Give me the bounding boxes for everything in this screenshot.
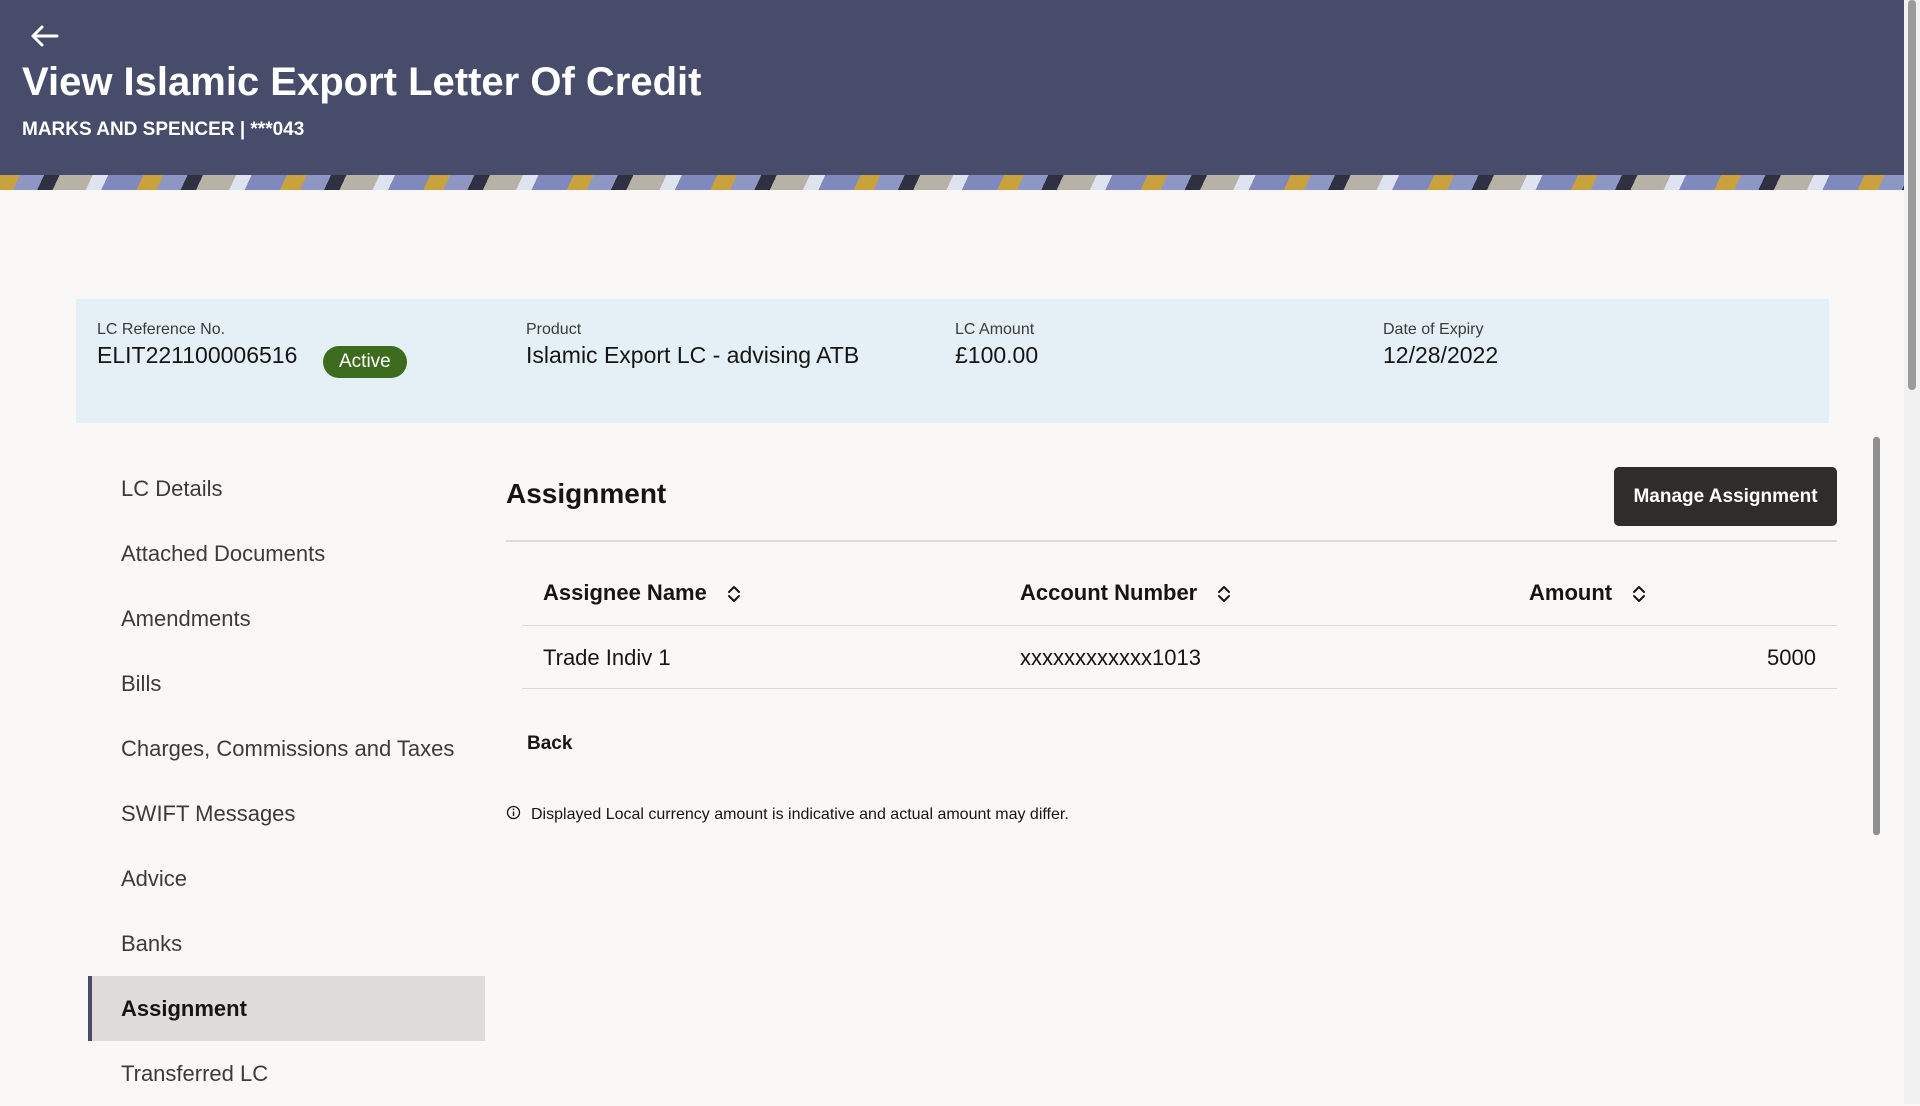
party-account-subtitle: MARKS AND SPENCER | ***043 bbox=[22, 119, 305, 140]
column-header-label: Account Number bbox=[1020, 580, 1198, 605]
lc-summary-band: LC Reference No. ELIT221100006516 Active… bbox=[76, 299, 1829, 423]
disclaimer-text: Displayed Local currency amount is indic… bbox=[531, 806, 1069, 823]
section-side-nav: LC Details Attached Documents Amendments… bbox=[88, 456, 485, 1106]
product-value: Islamic Export LC - advising ATB bbox=[526, 342, 860, 368]
lc-amount-value: £100.00 bbox=[955, 342, 1039, 368]
sort-icon[interactable] bbox=[727, 584, 741, 604]
nav-item-assignment[interactable]: Assignment bbox=[88, 976, 485, 1041]
column-header-assignee-name[interactable]: Assignee Name bbox=[543, 560, 741, 626]
header-decorative-band bbox=[0, 175, 1904, 190]
page-title: View Islamic Export Letter Of Credit bbox=[22, 60, 702, 104]
assignment-table-header: Assignee Name Account Number Amount bbox=[522, 560, 1837, 626]
product-field: Product Islamic Export LC - advising ATB bbox=[526, 321, 859, 369]
currency-disclaimer: Displayed Local currency amount is indic… bbox=[506, 806, 1069, 824]
content-scrollbar-thumb[interactable] bbox=[1873, 437, 1880, 835]
sort-icon[interactable] bbox=[1632, 584, 1646, 604]
assignee-name-cell: Trade Indiv 1 bbox=[543, 645, 671, 670]
lc-amount-field: LC Amount £100.00 bbox=[955, 321, 1038, 369]
column-header-label: Amount bbox=[1529, 580, 1613, 605]
nav-item-amendments[interactable]: Amendments bbox=[88, 586, 485, 651]
account-number-cell: xxxxxxxxxxxx1013 bbox=[1020, 645, 1201, 670]
lc-reference-value: ELIT221100006516 bbox=[97, 342, 298, 368]
lc-reference-label: LC Reference No. bbox=[97, 321, 226, 338]
nav-item-lc-details[interactable]: LC Details bbox=[88, 456, 485, 521]
section-title: Assignment bbox=[506, 478, 667, 509]
column-header-label: Assignee Name bbox=[543, 580, 707, 605]
product-label: Product bbox=[526, 321, 582, 338]
column-header-amount[interactable]: Amount bbox=[1529, 560, 1646, 626]
nav-item-attached-documents[interactable]: Attached Documents bbox=[88, 521, 485, 586]
lc-amount-label: LC Amount bbox=[955, 321, 1035, 338]
status-badge: Active bbox=[323, 346, 407, 378]
table-row: Trade Indiv 1 xxxxxxxxxxxx1013 5000 bbox=[522, 626, 1837, 689]
section-divider bbox=[506, 540, 1837, 542]
expiry-date-label: Date of Expiry bbox=[1383, 321, 1484, 338]
column-header-account-number[interactable]: Account Number bbox=[1020, 560, 1231, 626]
nav-item-swift-messages[interactable]: SWIFT Messages bbox=[88, 781, 485, 846]
expiry-date-value: 12/28/2022 bbox=[1383, 342, 1499, 368]
nav-item-advice[interactable]: Advice bbox=[88, 846, 485, 911]
sort-icon[interactable] bbox=[1217, 584, 1231, 604]
page-header: View Islamic Export Letter Of Credit MAR… bbox=[0, 0, 1904, 190]
manage-assignment-button[interactable]: Manage Assignment bbox=[1614, 467, 1837, 526]
nav-item-charges-commissions-taxes[interactable]: Charges, Commissions and Taxes bbox=[88, 716, 485, 781]
expiry-date-field: Date of Expiry 12/28/2022 bbox=[1383, 321, 1498, 369]
lc-reference-field: LC Reference No. ELIT221100006516 bbox=[97, 321, 297, 369]
back-button[interactable]: Back bbox=[527, 733, 572, 755]
page-scrollbar-thumb[interactable] bbox=[1908, 0, 1916, 390]
nav-item-transferred-lc[interactable]: Transferred LC bbox=[88, 1041, 485, 1106]
info-circle-icon bbox=[506, 806, 521, 820]
arrow-left-icon[interactable] bbox=[30, 24, 60, 48]
nav-item-banks[interactable]: Banks bbox=[88, 911, 485, 976]
nav-item-bills[interactable]: Bills bbox=[88, 651, 485, 716]
amount-cell: 5000 bbox=[1767, 645, 1816, 670]
